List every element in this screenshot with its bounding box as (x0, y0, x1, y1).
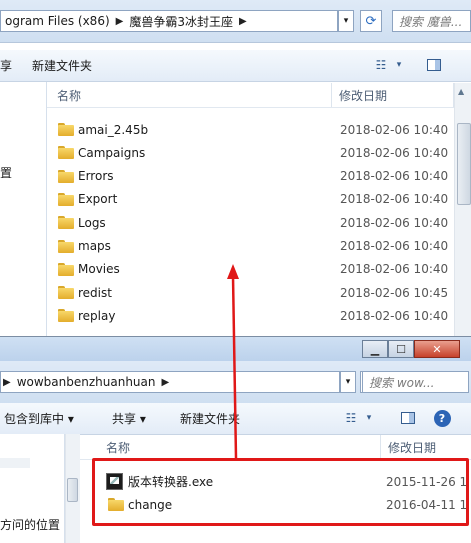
annotation-arrow (227, 264, 239, 459)
